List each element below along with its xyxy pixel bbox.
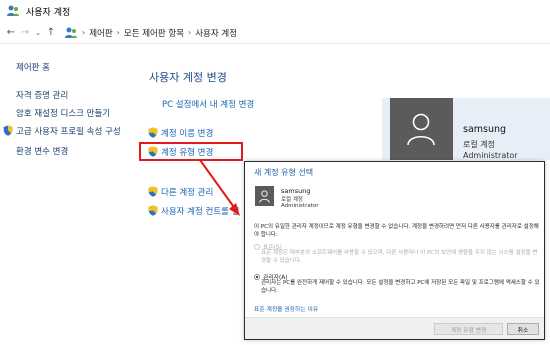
shield-icon	[148, 205, 158, 216]
highlight-box	[139, 142, 243, 161]
nav-environment-variables[interactable]: 환경 변수 변경	[16, 145, 68, 157]
nav-credential-manager[interactable]: 자격 증명 관리	[16, 89, 68, 101]
link-change-account-name[interactable]: 계정 이름 변경	[148, 127, 213, 139]
link-pc-settings-account[interactable]: PC 설정에서 내 계정 변경	[162, 98, 254, 110]
breadcrumb-user-accounts[interactable]: 사용자 계정	[195, 27, 237, 39]
shield-icon	[148, 186, 158, 197]
nav-advanced-profile-label: 고급 사용자 프로필 속성 구성	[16, 127, 121, 137]
radio-standard[interactable]	[254, 243, 260, 250]
option-administrator-description: 관리자는 PC를 완전하게 제어할 수 있습니다. 모든 설정을 변경하고 PC…	[261, 280, 540, 294]
shield-icon	[3, 125, 13, 136]
cancel-button[interactable]: 취소	[507, 323, 539, 335]
link-manage-other-accounts[interactable]: 다른 계정 관리	[148, 186, 213, 198]
back-arrow-icon[interactable]: ←	[4, 27, 18, 38]
change-account-type-button[interactable]: 계정 유형 변경	[434, 323, 503, 335]
nav-advanced-profile[interactable]: 고급 사용자 프로필 속성 구성	[3, 125, 121, 137]
breadcrumb-separator: ›	[82, 28, 86, 37]
dialog-account-name: samsung	[281, 187, 311, 195]
window-title: 사용자 계정	[26, 7, 71, 18]
users-icon	[65, 27, 77, 38]
shield-icon	[148, 127, 158, 138]
users-icon	[7, 5, 19, 16]
account-role: Administrator	[463, 151, 518, 160]
radio-administrator[interactable]	[254, 273, 260, 280]
why-standard-link[interactable]: 표준 계정을 권장하는 이유	[254, 304, 318, 313]
page-title: 사용자 계정 변경	[149, 71, 227, 84]
link-uac-settings[interactable]: 사용자 계정 컨트롤 설	[148, 205, 240, 217]
dialog-footer: 계정 유형 변경 취소	[245, 317, 544, 339]
user-icon	[259, 190, 270, 203]
breadcrumb-all-items[interactable]: 모든 제어판 항목	[124, 27, 184, 39]
option-standard-description: 표준 계정은 대부분의 소프트웨어를 사용할 수 있으며, 다른 사용자나 이 …	[261, 250, 538, 264]
chevron-down-icon[interactable]: ⌄	[32, 29, 44, 37]
dialog-title: 새 계정 유형 선택	[254, 168, 314, 177]
change-account-type-dialog: 새 계정 유형 선택 samsung 로컬 계정 Administrator 이…	[244, 161, 545, 340]
account-name: samsung	[463, 124, 507, 135]
address-bar[interactable]: ← → ⌄ ↑ › 제어판 › 모든 제어판 항목 › 사용자 계정	[0, 22, 550, 44]
dialog-description: 이 PC의 유일한 관리자 계정이므로 계정 유형을 변경할 수 없습니다. 계…	[254, 224, 539, 238]
breadcrumb-separator: ›	[116, 28, 120, 37]
dialog-avatar	[255, 186, 274, 206]
nav-password-reset-disk[interactable]: 암호 재설정 디스크 만들기	[16, 107, 110, 119]
avatar	[390, 98, 453, 160]
dialog-account-type: 로컬 계정	[281, 197, 303, 203]
nav-control-panel-home[interactable]: 제어판 홈	[16, 61, 50, 73]
link-manage-other-accounts-label: 다른 계정 관리	[161, 188, 214, 198]
account-type: 로컬 계정	[463, 140, 495, 149]
user-icon	[407, 113, 435, 146]
dialog-account-role: Administrator	[281, 203, 319, 209]
breadcrumb-separator: ›	[188, 28, 192, 37]
forward-arrow-icon[interactable]: →	[18, 27, 32, 38]
link-change-account-name-label: 계정 이름 변경	[161, 129, 214, 139]
link-uac-settings-label: 사용자 계정 컨트롤 설	[161, 207, 240, 217]
title-bar: 사용자 계정	[0, 0, 550, 22]
up-arrow-icon[interactable]: ↑	[44, 27, 58, 38]
breadcrumb-control-panel[interactable]: 제어판	[89, 27, 112, 39]
